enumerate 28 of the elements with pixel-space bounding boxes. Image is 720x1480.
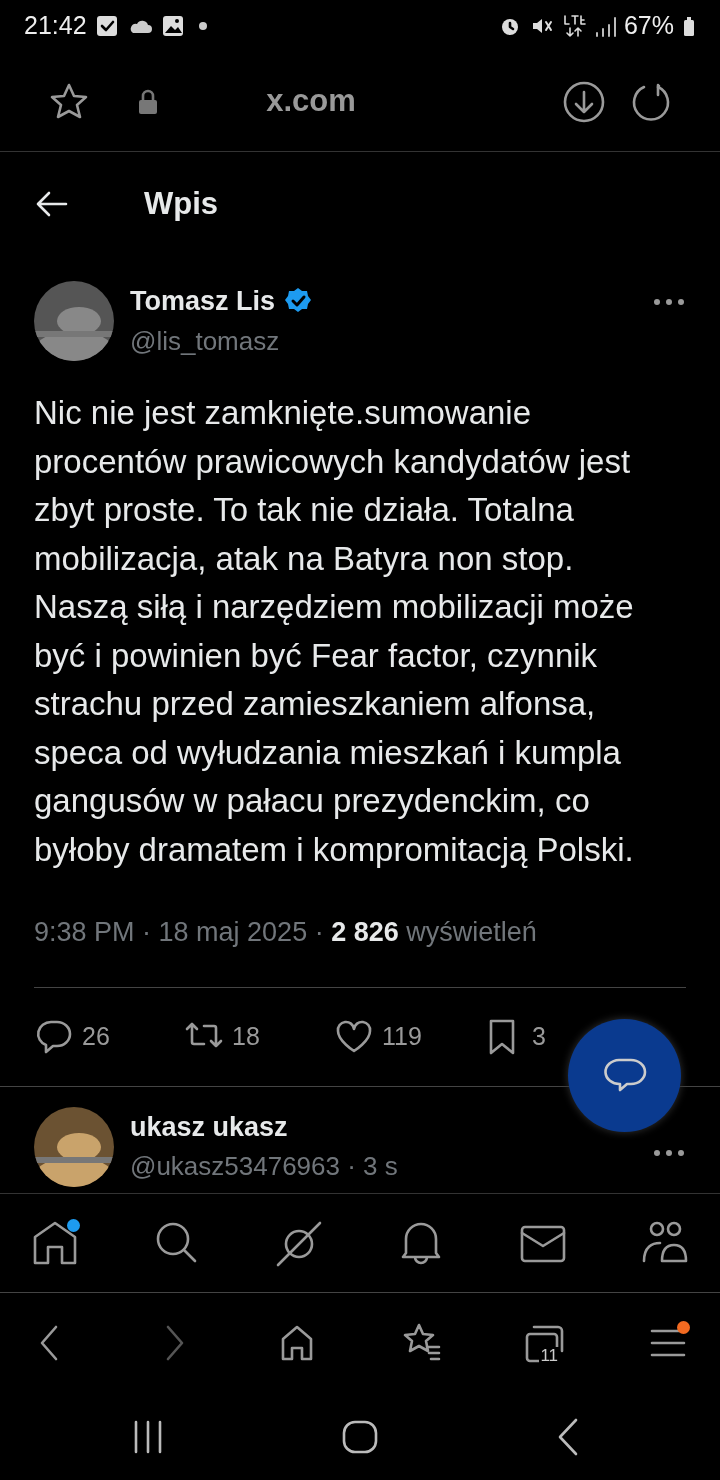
compose-reply-button[interactable] (568, 1019, 681, 1132)
tweet-text: Nic nie jest zamknięte.sumowanie procentów prawicowych kandydatów jest zbyt proste. To tak nie działa. Totalna mobilizacja, atak na Batyra non stop. Naszą siłą i narzędziem mobilizacji może być i powinien być Fear factor, czynnik strachu przed zamieszkaniem alfonsa, speca od wyłudzania mieszkań i kumpla gangusów w pałacu prezydenckim, co byłoby dramatem i kompromitacją Polski. (33, 393, 635, 870)
signal-icon (593, 14, 616, 38)
more-icon (652, 1148, 686, 1159)
status-time: 21:42 (24, 10, 87, 42)
url-text[interactable]: x.com (160, 78, 462, 125)
reply-author-handle[interactable]: @ukasz53476963 · 3 s (130, 1147, 398, 1186)
lock-icon (136, 87, 160, 116)
checkbox-icon (94, 14, 119, 38)
lte-icon (561, 13, 586, 39)
heart-count-button[interactable]: 119 (334, 1017, 484, 1056)
repost-count-button[interactable]: 18 (184, 1017, 334, 1056)
battery-icon (682, 14, 696, 38)
reply-author-name[interactable]: ukasz ukasz (130, 1106, 288, 1147)
back-arrow-icon (34, 189, 70, 219)
image-icon (160, 14, 185, 38)
author-name[interactable]: Tomasz Lis (130, 281, 276, 322)
tweet-meta: 9:38 PM · 18 maj 2025 · 2 826 wyświetleń (33, 916, 538, 949)
download-button[interactable] (562, 79, 606, 124)
bookmark-count-button[interactable]: 3 (484, 1017, 546, 1056)
more-icon (652, 296, 686, 307)
reply-count-button[interactable]: 26 (34, 1017, 184, 1056)
back-button[interactable] (34, 189, 70, 219)
download-icon (562, 79, 606, 124)
battery-level: 67% (623, 10, 674, 42)
page-title: Wpis (144, 184, 219, 223)
author-handle[interactable]: @lis_tomasz (130, 321, 652, 361)
tab-count: 11 (539, 1346, 560, 1364)
